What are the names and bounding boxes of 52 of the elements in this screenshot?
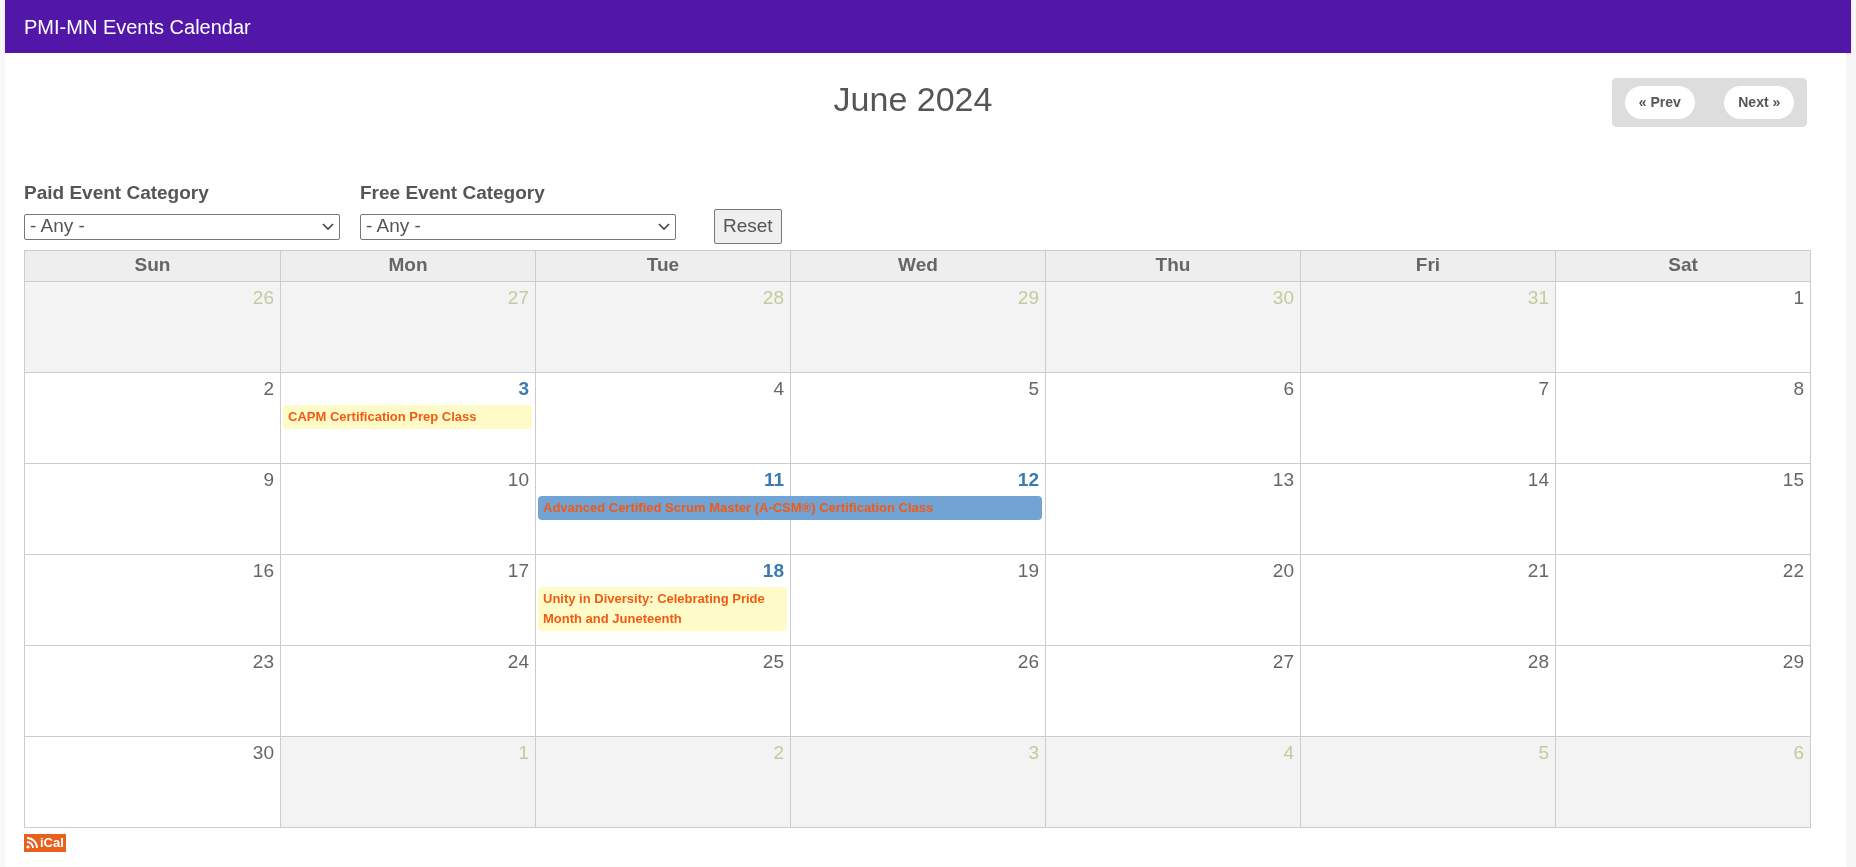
day-number[interactable]: 30 [252, 742, 274, 762]
chevron-down-icon [658, 222, 670, 231]
day-number[interactable]: 19 [1017, 560, 1039, 580]
next-button[interactable]: Next » [1724, 86, 1795, 119]
category-select[interactable]: - Any - [360, 213, 676, 240]
weekday-header: Mon [280, 250, 535, 281]
day-number[interactable]: 13 [1272, 469, 1294, 489]
weekday-header: Wed [790, 250, 1045, 281]
day-number[interactable]: 4 [773, 378, 784, 398]
ical-feed-badge[interactable]: iCal [24, 833, 66, 852]
chevron-down-icon [322, 222, 334, 231]
weekday-header: Tue [535, 250, 790, 281]
day-number[interactable]: 28 [1527, 651, 1549, 671]
day-number[interactable]: 26 [1017, 651, 1039, 671]
day-number[interactable]: 6 [1283, 378, 1294, 398]
day-number[interactable]: 21 [1527, 560, 1549, 580]
day-number[interactable]: 25 [762, 651, 784, 671]
day-number[interactable]: 11 [763, 469, 784, 489]
day-number[interactable]: 20 [1272, 560, 1294, 580]
filter-label: Paid Event Category [24, 181, 210, 205]
day-number[interactable]: 23 [252, 651, 274, 671]
day-number[interactable]: 22 [1782, 560, 1804, 580]
day-number[interactable]: 24 [507, 651, 529, 671]
day-number[interactable]: 3 [518, 378, 529, 398]
day-number[interactable]: 8 [1793, 378, 1804, 398]
category-select[interactable]: - Any - [24, 213, 340, 240]
day-number[interactable]: 12 [1017, 469, 1039, 489]
day-number[interactable]: 17 [507, 560, 529, 580]
prev-button[interactable]: « Prev [1624, 86, 1695, 119]
day-number[interactable]: 5 [1028, 378, 1039, 398]
month-title: June 2024 [833, 79, 993, 120]
weekday-header: Sat [1555, 250, 1810, 281]
day-number[interactable]: 14 [1527, 469, 1549, 489]
site-title: PMI-MN Events Calendar [24, 14, 251, 40]
day-number[interactable]: 1 [1793, 287, 1804, 307]
day-number[interactable]: 18 [762, 560, 784, 580]
day-number[interactable]: 10 [507, 469, 529, 489]
weekday-header: Thu [1045, 250, 1300, 281]
event-bar[interactable]: Unity in Diversity: Celebrating Pride Month and Juneteenth [538, 586, 787, 631]
filter-label: Free Event Category [360, 181, 546, 205]
day-number[interactable]: 27 [1272, 651, 1294, 671]
day-number[interactable]: 2 [263, 378, 274, 398]
day-number[interactable]: 7 [1538, 378, 1549, 398]
day-number[interactable]: 29 [1782, 651, 1804, 671]
weekday-header: Fri [1300, 250, 1555, 281]
day-number[interactable]: 9 [263, 469, 274, 489]
day-number[interactable]: 15 [1782, 469, 1804, 489]
event-bar[interactable]: CAPM Certification Prep Class [283, 404, 532, 429]
rss-icon [26, 836, 38, 849]
day-number[interactable]: 16 [252, 560, 274, 580]
weekday-header: Sun [133, 253, 172, 278]
reset-button[interactable]: Reset [714, 208, 782, 244]
